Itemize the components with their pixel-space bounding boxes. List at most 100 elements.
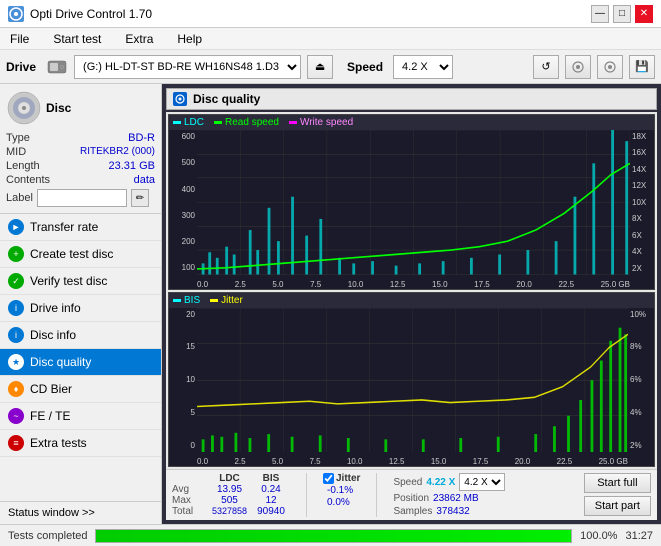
jitter-color: [210, 299, 218, 302]
progress-section: Tests completed 100.0% 31:27: [0, 524, 661, 546]
stats-total-label: Total: [172, 506, 207, 517]
top-chart-svg: [197, 130, 630, 275]
window-controls: — □ ✕: [591, 5, 653, 23]
disc-length-label: Length: [6, 160, 40, 172]
right-panel: Disc quality LDC Read speed: [162, 84, 661, 524]
bottom-chart-area: 20 15 10 5 0 10% 8% 6% 4% 2%: [169, 308, 654, 467]
main-content: Disc Type BD-R MID RITEKBR2 (000) Length…: [0, 84, 661, 524]
jitter-header: Jitter: [323, 473, 360, 484]
chart-header: Disc quality: [166, 88, 657, 110]
menu-extra[interactable]: Extra: [119, 30, 159, 48]
disc-icon: [6, 90, 42, 126]
stats-avg-ldc: 13.95: [207, 484, 252, 495]
label-row: Label ✏: [6, 189, 155, 207]
nav-disc-info[interactable]: i Disc info: [0, 322, 161, 349]
nav-fe-te[interactable]: ~ FE / TE: [0, 403, 161, 430]
disc-contents-value: data: [134, 174, 155, 186]
speed-control-select[interactable]: 4.2 X: [459, 473, 505, 491]
position-label: Position: [393, 493, 429, 504]
disc-length-row: Length 23.31 GB: [6, 160, 155, 172]
bottom-chart-legend: BIS Jitter: [169, 293, 654, 308]
nav-transfer-rate-label: Transfer rate: [30, 220, 98, 234]
menu-start-test[interactable]: Start test: [47, 30, 107, 48]
stats-avg-bis: 0.24: [252, 484, 290, 495]
burn-button[interactable]: [597, 55, 623, 79]
disc-mid-row: MID RITEKBR2 (000): [6, 146, 155, 158]
stats-avg-label: Avg: [172, 484, 207, 495]
legend-read-speed: Read speed: [214, 117, 279, 128]
progress-bar-fill: [96, 530, 571, 542]
label-input[interactable]: [37, 189, 127, 207]
maximize-button[interactable]: □: [613, 5, 631, 23]
samples-row: Samples 378432: [393, 506, 505, 517]
action-buttons: Start full Start part: [584, 473, 651, 516]
nav-disc-quality[interactable]: ★ Disc quality: [0, 349, 161, 376]
drive-label: Drive: [6, 60, 36, 74]
nav-cd-bier[interactable]: ♦ CD Bier: [0, 376, 161, 403]
disc-mid-label: MID: [6, 146, 26, 158]
nav-drive-info[interactable]: i Drive info: [0, 295, 161, 322]
title-bar-left: Opti Drive Control 1.70: [8, 6, 152, 22]
nav-create-test-disc-label: Create test disc: [30, 247, 113, 261]
speed-label: Speed: [347, 60, 383, 74]
bottom-y-axis-right: 10% 8% 6% 4% 2%: [628, 308, 654, 453]
progress-time: 31:27: [625, 530, 653, 542]
stats-grid: LDC BIS Avg 13.95 0.24 Max 505 12 Total …: [172, 473, 290, 517]
nav-transfer-rate[interactable]: ► Transfer rate: [0, 214, 161, 241]
speed-value-display: 4.22 X: [426, 477, 455, 488]
menu-bar: File Start test Extra Help: [0, 28, 661, 50]
nav-extra-tests[interactable]: ≡ Extra tests: [0, 430, 161, 457]
chart-header-icon: [173, 92, 187, 106]
disc-title: Disc: [46, 101, 71, 115]
app-title: Opti Drive Control 1.70: [30, 7, 152, 21]
menu-file[interactable]: File: [4, 30, 35, 48]
nav-items: ► Transfer rate + Create test disc ✓ Ver…: [0, 214, 161, 457]
start-full-button[interactable]: Start full: [584, 473, 651, 493]
legend-ldc-label: LDC: [184, 117, 204, 128]
jitter-checkbox[interactable]: [323, 473, 334, 484]
jitter-section: Jitter -0.1% 0.0%: [323, 473, 360, 508]
refresh-button[interactable]: ↺: [533, 55, 559, 79]
left-panel: Disc Type BD-R MID RITEKBR2 (000) Length…: [0, 84, 162, 524]
stats-max-ldc: 505: [207, 495, 252, 506]
label-label: Label: [6, 192, 33, 204]
minimize-button[interactable]: —: [591, 5, 609, 23]
disc-contents-row: Contents data: [6, 174, 155, 186]
settings-button[interactable]: [565, 55, 591, 79]
create-test-disc-icon: +: [8, 246, 24, 262]
stats-bis-header: BIS: [252, 473, 290, 484]
speed-label-static: Speed: [393, 477, 422, 488]
disc-type-value: BD-R: [128, 132, 155, 144]
title-bar: Opti Drive Control 1.70 — □ ✕: [0, 0, 661, 28]
read-speed-color: [214, 121, 222, 124]
position-row: Position 23862 MB: [393, 493, 505, 504]
nav-verify-test-disc[interactable]: ✓ Verify test disc: [0, 268, 161, 295]
app-icon: [8, 6, 24, 22]
label-edit-button[interactable]: ✏: [131, 189, 149, 207]
menu-help[interactable]: Help: [171, 30, 208, 48]
nav-disc-info-label: Disc info: [30, 328, 76, 342]
top-x-axis: 0.0 2.5 5.0 7.5 10.0 12.5 15.0 17.5 20.0…: [197, 280, 630, 289]
nav-create-test-disc[interactable]: + Create test disc: [0, 241, 161, 268]
drive-select[interactable]: (G:) HL-DT-ST BD-RE WH16NS48 1.D3: [74, 55, 301, 79]
save-button[interactable]: 💾: [629, 55, 655, 79]
status-window-label: Status window >>: [8, 507, 95, 519]
disc-info-icon: i: [8, 327, 24, 343]
disc-length-value: 23.31 GB: [109, 160, 155, 172]
bottom-chart: BIS Jitter 20 15 10 5 0: [168, 292, 655, 468]
drive-icon: [46, 56, 68, 78]
close-button[interactable]: ✕: [635, 5, 653, 23]
bottom-chart-svg: [197, 308, 628, 453]
disc-mid-value: RITEKBR2 (000): [80, 146, 155, 158]
legend-write-speed: Write speed: [289, 117, 353, 128]
legend-bis: BIS: [173, 295, 200, 306]
cd-bier-icon: ♦: [8, 381, 24, 397]
legend-read-speed-label: Read speed: [225, 117, 279, 128]
speed-select[interactable]: 4.2 X: [393, 55, 453, 79]
stats-total-ldc: 5327858: [207, 506, 252, 516]
status-window-button[interactable]: Status window >>: [0, 501, 161, 524]
eject-button[interactable]: ⏏: [307, 55, 333, 79]
disc-quality-icon: ★: [8, 354, 24, 370]
start-part-button[interactable]: Start part: [584, 496, 651, 516]
stats-max-bis: 12: [252, 495, 290, 506]
